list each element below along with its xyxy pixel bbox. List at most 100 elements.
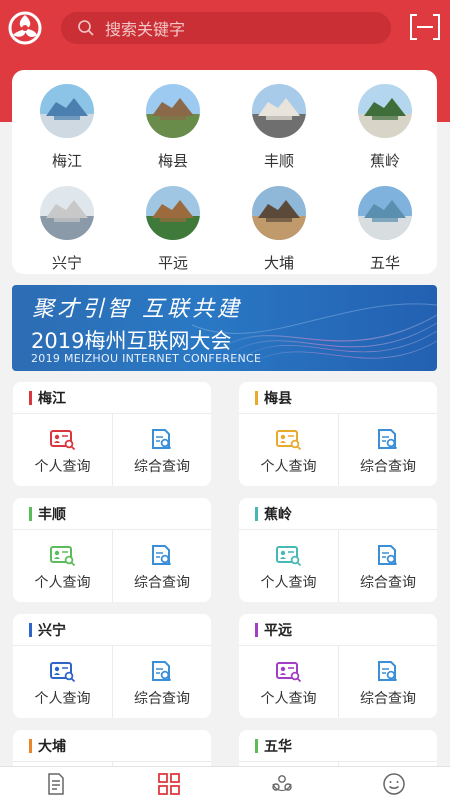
personal-query-button[interactable]: 个人查询 bbox=[13, 530, 112, 602]
document-icon[interactable] bbox=[44, 772, 68, 796]
banner-slogan: 聚才引智 互联共建 bbox=[32, 297, 242, 322]
region-name: 兴宁 bbox=[51, 254, 82, 272]
region-name: 丰顺 bbox=[263, 152, 294, 170]
color-bar bbox=[29, 622, 32, 637]
region-photo bbox=[252, 186, 306, 240]
query-card-title: 蕉岭 bbox=[239, 498, 437, 530]
region-item[interactable]: 五华 bbox=[332, 186, 438, 273]
id-card-search-icon bbox=[49, 662, 75, 683]
query-card-title-text: 丰顺 bbox=[38, 506, 66, 523]
personal-query-label: 个人查询 bbox=[34, 459, 91, 475]
personal-query-label: 个人查询 bbox=[260, 459, 317, 475]
document-search-icon bbox=[152, 545, 172, 566]
region-name: 大埔 bbox=[263, 254, 294, 272]
general-query-label: 综合查询 bbox=[134, 575, 190, 591]
query-card-title: 平远 bbox=[239, 614, 437, 646]
region-item[interactable]: 丰顺 bbox=[226, 84, 332, 171]
scan-icon[interactable] bbox=[409, 13, 441, 41]
document-search-icon bbox=[152, 429, 172, 450]
query-card-title-text: 五华 bbox=[264, 738, 292, 755]
general-query-button[interactable]: 综合查询 bbox=[112, 530, 211, 602]
search-bar[interactable]: 搜索关键字 bbox=[61, 12, 391, 44]
region-photo bbox=[358, 186, 412, 240]
query-card-title: 丰顺 bbox=[13, 498, 211, 530]
query-card: 平远个人查询 综合查询 bbox=[239, 614, 437, 718]
personal-query-button[interactable]: 个人查询 bbox=[239, 646, 338, 718]
general-query-button[interactable]: 综合查询 bbox=[338, 646, 437, 718]
region-item[interactable]: 蕉岭 bbox=[332, 84, 438, 171]
general-query-label: 综合查询 bbox=[360, 691, 416, 707]
query-card-title: 梅县 bbox=[239, 382, 437, 414]
query-card-title-text: 梅江 bbox=[38, 390, 66, 407]
personal-query-button[interactable]: 个人查询 bbox=[13, 414, 112, 486]
region-name: 蕉岭 bbox=[369, 152, 400, 170]
region-name: 五华 bbox=[369, 254, 400, 272]
document-search-icon bbox=[378, 429, 398, 450]
region-name: 梅县 bbox=[157, 152, 188, 170]
region-item[interactable]: 兴宁 bbox=[14, 186, 120, 273]
region-photo bbox=[40, 84, 94, 138]
id-card-search-icon bbox=[275, 546, 301, 567]
region-item[interactable]: 梅江 bbox=[14, 84, 120, 171]
color-bar bbox=[255, 738, 258, 753]
region-item[interactable]: 梅县 bbox=[120, 84, 226, 171]
query-card: 梅县个人查询 综合查询 bbox=[239, 382, 437, 486]
general-query-label: 综合查询 bbox=[360, 575, 416, 591]
query-card: 蕉岭个人查询 综合查询 bbox=[239, 498, 437, 602]
query-card-title: 梅江 bbox=[13, 382, 211, 414]
search-icon bbox=[78, 20, 94, 36]
color-bar bbox=[255, 390, 258, 405]
query-card-title-text: 兴宁 bbox=[38, 622, 66, 639]
query-card: 兴宁个人查询 综合查询 bbox=[13, 614, 211, 718]
region-name: 梅江 bbox=[51, 152, 82, 170]
search-input[interactable]: 搜索关键字 bbox=[105, 16, 185, 40]
bottom-tab-bar bbox=[0, 766, 450, 800]
general-query-label: 综合查询 bbox=[360, 459, 416, 475]
grid-icon[interactable] bbox=[157, 772, 181, 796]
general-query-button[interactable]: 综合查询 bbox=[112, 414, 211, 486]
query-card-title: 五华 bbox=[239, 730, 437, 762]
brand-swirl-icon[interactable] bbox=[8, 11, 42, 45]
personal-query-button[interactable]: 个人查询 bbox=[13, 646, 112, 718]
color-bar bbox=[29, 738, 32, 753]
general-query-button[interactable]: 综合查询 bbox=[338, 414, 437, 486]
document-search-icon bbox=[378, 545, 398, 566]
query-card-title: 大埔 bbox=[13, 730, 211, 762]
general-query-button[interactable]: 综合查询 bbox=[338, 530, 437, 602]
personal-query-button[interactable]: 个人查询 bbox=[239, 414, 338, 486]
general-query-label: 综合查询 bbox=[134, 691, 190, 707]
document-search-icon bbox=[152, 661, 172, 682]
personal-query-label: 个人查询 bbox=[34, 575, 91, 591]
region-name: 平远 bbox=[157, 254, 188, 272]
region-grid: 梅江 梅县 丰顺 蕉岭兴宁 平远 大埔 五华 bbox=[12, 70, 437, 274]
personal-query-label: 个人查询 bbox=[260, 575, 317, 591]
color-bar bbox=[29, 506, 32, 521]
promo-banner[interactable]: 聚才引智 互联共建 2019梅州互联网大会 2019 MEIZHOU INTER… bbox=[12, 285, 437, 371]
community-icon[interactable] bbox=[270, 772, 294, 796]
general-query-label: 综合查询 bbox=[134, 459, 190, 475]
query-card-title-text: 平远 bbox=[264, 622, 292, 639]
color-bar bbox=[255, 506, 258, 521]
region-item[interactable]: 大埔 bbox=[226, 186, 332, 273]
region-photo bbox=[146, 84, 200, 138]
region-photo bbox=[40, 186, 94, 240]
color-bar bbox=[255, 622, 258, 637]
smiley-icon[interactable] bbox=[382, 772, 406, 796]
query-card: 丰顺个人查询 综合查询 bbox=[13, 498, 211, 602]
query-card-title-text: 蕉岭 bbox=[264, 506, 292, 523]
query-card: 梅江个人查询 综合查询 bbox=[13, 382, 211, 486]
region-item[interactable]: 平远 bbox=[120, 186, 226, 273]
region-photo bbox=[252, 84, 306, 138]
query-card-title-text: 大埔 bbox=[38, 738, 66, 755]
general-query-button[interactable]: 综合查询 bbox=[112, 646, 211, 718]
personal-query-button[interactable]: 个人查询 bbox=[239, 530, 338, 602]
banner-subtitle: 2019 MEIZHOU INTERNET CONFERENCE bbox=[31, 352, 262, 365]
query-card-title-text: 梅县 bbox=[264, 390, 292, 407]
id-card-search-icon bbox=[275, 430, 301, 451]
color-bar bbox=[29, 390, 32, 405]
personal-query-label: 个人查询 bbox=[34, 691, 91, 707]
query-card-title: 兴宁 bbox=[13, 614, 211, 646]
id-card-search-icon bbox=[49, 430, 75, 451]
personal-query-label: 个人查询 bbox=[260, 691, 317, 707]
id-card-search-icon bbox=[275, 662, 301, 683]
